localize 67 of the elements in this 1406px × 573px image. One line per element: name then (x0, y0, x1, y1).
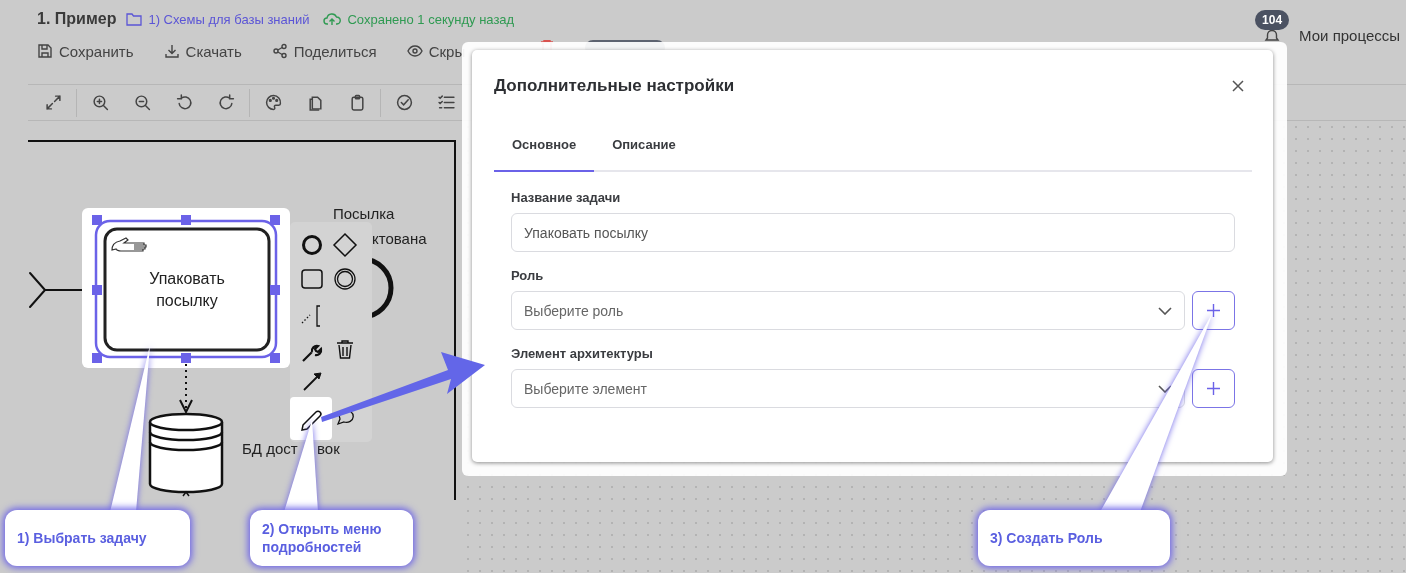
resize-handle[interactable] (92, 285, 102, 295)
text-annotation-icon[interactable] (301, 305, 321, 327)
callout-bubble: 1) Выбрать задачу (5, 510, 190, 566)
resize-handle[interactable] (270, 215, 280, 225)
task-icon[interactable] (301, 269, 323, 289)
hide-button[interactable]: Скры (406, 42, 466, 60)
select-field[interactable]: Выберите роль (511, 291, 1185, 330)
resize-handle[interactable] (181, 353, 191, 363)
plus-icon (1206, 381, 1221, 396)
save-status: Сохранено 1 секунду назад (347, 11, 515, 27)
redo-icon[interactable] (217, 94, 235, 111)
folder-link[interactable]: 1) Схемы для базы знаний (148, 11, 310, 27)
wrench-icon[interactable] (301, 344, 323, 363)
zoom-in-icon[interactable] (91, 94, 109, 111)
field-label: Элемент архитектуры (511, 345, 654, 363)
tab[interactable]: Описание (594, 120, 694, 172)
bell-icon[interactable] (1263, 30, 1282, 41)
download-icon (163, 43, 180, 59)
pencil-icon[interactable] (301, 410, 322, 431)
folder-icon (126, 12, 143, 26)
eye-icon (406, 43, 423, 59)
text-field[interactable]: Упаковать посылку (511, 213, 1235, 252)
resize-handle[interactable] (270, 353, 280, 363)
gateway-icon[interactable] (332, 232, 358, 258)
association-arrow (179, 363, 193, 415)
arrow-icon[interactable] (303, 372, 322, 391)
task-label: Упаковать посылку (149, 270, 225, 309)
notification-badge: 104 (1255, 10, 1290, 30)
resize-handle[interactable] (92, 353, 102, 363)
document-title: 1. Пример (37, 10, 117, 28)
save-button[interactable]: Сохранить (37, 42, 134, 60)
intermediate-event-icon[interactable] (334, 268, 356, 290)
chevron-down-icon (1158, 384, 1172, 393)
palette-icon[interactable] (264, 94, 282, 111)
callout-bubble: 3) Создать Роль (978, 510, 1170, 566)
save-icon (37, 43, 53, 59)
undo-icon[interactable] (175, 94, 193, 111)
close-button[interactable] (1230, 78, 1246, 94)
user-menu[interactable]: Мои процессы (1299, 27, 1400, 44)
plus-icon (1206, 303, 1221, 318)
resize-handle[interactable] (92, 215, 102, 225)
check-circle-icon[interactable] (395, 94, 413, 111)
cloud-upload-icon (323, 12, 342, 26)
hand-icon (111, 237, 147, 252)
chevron-down-icon (1158, 306, 1172, 315)
event-label: ктована (372, 230, 427, 247)
select-field[interactable]: Выберите элемент (511, 369, 1185, 408)
clipboard-icon[interactable] (348, 94, 366, 111)
event-label: Посылка (333, 205, 395, 222)
copy-icon[interactable] (306, 94, 324, 111)
start-event-icon[interactable] (302, 235, 322, 255)
checklist-icon[interactable] (437, 94, 455, 111)
field-label: Роль (511, 267, 545, 285)
resize-handle[interactable] (181, 215, 191, 225)
share-button[interactable]: Поделиться (271, 42, 377, 60)
expand-icon[interactable] (44, 94, 62, 111)
add-button[interactable] (1192, 369, 1235, 408)
zoom-out-icon[interactable] (133, 94, 151, 111)
data-store-label: вок (317, 440, 340, 457)
data-store-label: БД дост (242, 440, 298, 457)
tab[interactable]: Основное (494, 120, 595, 172)
dialog-title: Дополнительные настройки (494, 76, 735, 96)
download-button[interactable]: Скачать (163, 42, 242, 60)
task-box[interactable] (103, 227, 271, 352)
share-icon (271, 43, 288, 59)
field-label: Название задачи (511, 189, 622, 207)
resize-handle[interactable] (270, 285, 280, 295)
